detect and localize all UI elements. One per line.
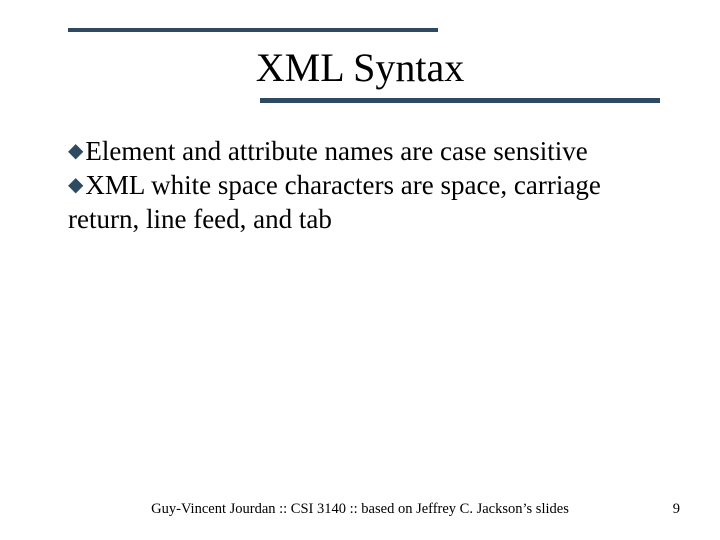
bullet-item: ◆XML white space characters are space, c…: [68, 169, 660, 237]
diamond-bullet-icon: ◆: [68, 139, 83, 164]
slide-footer: Guy-Vincent Jourdan :: CSI 3140 :: based…: [0, 501, 720, 518]
body-content: ◆Element and attribute names are case se…: [68, 135, 660, 236]
footer-attribution: Guy-Vincent Jourdan :: CSI 3140 :: based…: [0, 501, 720, 518]
slide-title: XML Syntax: [0, 44, 720, 91]
bullet-item: ◆Element and attribute names are case se…: [68, 135, 660, 169]
diamond-bullet-icon: ◆: [68, 173, 83, 198]
bullet-text: XML white space characters are space, ca…: [68, 170, 601, 234]
top-horizontal-rule: [68, 28, 438, 32]
title-underline-rule: [260, 98, 660, 103]
bullet-text: Element and attribute names are case sen…: [85, 136, 587, 166]
page-number: 9: [673, 501, 680, 518]
